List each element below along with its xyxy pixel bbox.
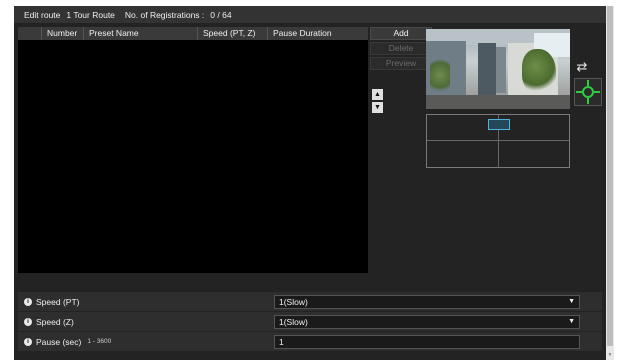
position-marker[interactable]: [488, 119, 510, 130]
registrations-value: 0 / 64: [210, 9, 232, 20]
preset-list[interactable]: Number Preset Name Speed (PT, Z) Pause D…: [18, 27, 368, 273]
column-header-preset-name[interactable]: Preset Name: [84, 27, 198, 40]
settings-panel: i Speed (PT) 1(Slow) ▼ i Speed (Z) 1(Slo…: [18, 292, 602, 352]
camera-door: [478, 43, 496, 95]
preview-button[interactable]: Preview: [370, 57, 432, 70]
tour-route-editor: Edit route 1 Tour Route No. of Registrat…: [14, 6, 606, 360]
camera-preview[interactable]: [426, 29, 570, 109]
column-header-select: [18, 27, 42, 40]
edit-route-label: Edit route: [24, 9, 61, 20]
swap-icon[interactable]: ⇄: [574, 59, 590, 75]
scroll-down-icon[interactable]: ▼: [607, 352, 613, 358]
pause-value: 1: [279, 336, 284, 347]
info-icon[interactable]: i: [24, 337, 32, 346]
vertical-scrollbar[interactable]: ▼: [606, 6, 614, 360]
route-info: Edit route 1 Tour Route: [24, 10, 115, 20]
column-header-pause-duration[interactable]: Pause Duration: [268, 27, 368, 40]
camera-left-plant: [430, 55, 450, 95]
chevron-down-icon: ▼: [568, 297, 575, 305]
speed-pt-select[interactable]: 1(Slow) ▼: [274, 294, 580, 309]
speed-z-label-group: i Speed (Z): [18, 317, 274, 327]
ptz-crosshair-icon: [576, 80, 600, 104]
speed-pt-value: 1(Slow): [279, 296, 308, 307]
speed-z-select[interactable]: 1(Slow) ▼: [274, 314, 580, 329]
move-up-button[interactable]: ▲: [372, 89, 383, 100]
position-map[interactable]: [426, 114, 570, 168]
pause-range: 1 - 3600: [87, 338, 112, 345]
info-icon[interactable]: i: [24, 317, 32, 326]
pause-row: i Pause (sec) 1 - 3600 1: [18, 332, 602, 351]
speed-z-value: 1(Slow): [279, 316, 308, 327]
speed-pt-label-group: i Speed (PT): [18, 297, 274, 307]
move-down-button[interactable]: ▼: [372, 102, 383, 113]
speed-pt-row: i Speed (PT) 1(Slow) ▼: [18, 292, 602, 311]
registrations-info: No. of Registrations : 0 / 64: [125, 10, 232, 20]
pause-label-group: i Pause (sec) 1 - 3600: [18, 337, 274, 347]
ptz-control-icon[interactable]: [574, 78, 602, 106]
preset-list-header: Number Preset Name Speed (PT, Z) Pause D…: [18, 27, 368, 40]
add-button[interactable]: Add: [370, 27, 432, 40]
pause-label: Pause (sec): [36, 336, 82, 347]
registrations-label: No. of Registrations :: [124, 9, 205, 20]
camera-plant: [522, 49, 556, 93]
title-bar: Edit route 1 Tour Route No. of Registrat…: [14, 6, 606, 23]
speed-z-label: Speed (Z): [36, 316, 74, 327]
route-name: 1 Tour Route: [66, 9, 115, 20]
camera-door-frame: [496, 47, 506, 93]
column-header-speed[interactable]: Speed (PT, Z): [198, 27, 268, 40]
camera-floor: [426, 95, 570, 109]
speed-pt-label: Speed (PT): [36, 296, 80, 307]
info-icon[interactable]: i: [24, 297, 32, 306]
delete-button[interactable]: Delete: [370, 42, 432, 55]
scrollbar-thumb[interactable]: [607, 6, 613, 346]
speed-z-row: i Speed (Z) 1(Slow) ▼: [18, 312, 602, 331]
column-header-number[interactable]: Number: [42, 27, 84, 40]
chevron-down-icon: ▼: [568, 317, 575, 325]
pause-input[interactable]: 1: [274, 334, 580, 349]
